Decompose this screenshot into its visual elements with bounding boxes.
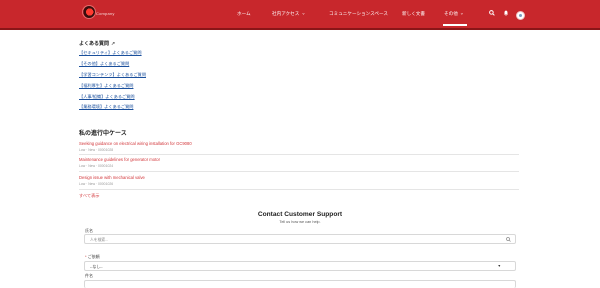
faq-link-work-environment[interactable]: 【業務環境】よくあるご質問 <box>79 104 133 110</box>
bell-icon[interactable] <box>502 9 510 17</box>
faq-link-hr[interactable]: 【人事/組織】よくあるご質問 <box>79 94 135 100</box>
faq-link-other[interactable]: 【その他】よくあるご質問 <box>79 61 129 67</box>
divider <box>79 171 519 172</box>
brand-name: Company <box>96 11 115 16</box>
support-title: Contact Customer Support <box>257 211 343 218</box>
request-type-label-text: ご依頼 <box>87 254 100 259</box>
case-item[interactable]: Design issue with mechanical valve Low ·… <box>79 175 519 186</box>
nav-internal-access[interactable]: 社内アクセス ⌄ <box>272 11 306 17</box>
nav-new-documents-label: 新しく文書 <box>402 11 425 16</box>
nav-internal-access-label: 社内アクセス <box>272 11 300 16</box>
view-all-link[interactable]: すべて表示 <box>79 193 99 199</box>
nav-new-documents[interactable]: 新しく文書 <box>402 11 425 17</box>
request-type-value: --なし-- <box>90 264 103 269</box>
subject-input[interactable] <box>84 280 516 288</box>
nav-communication-space-label: コミュニケーションスペース <box>329 11 388 16</box>
nav-home-label: ホーム <box>237 11 251 16</box>
faq-heading: よくある質問 ↗ <box>79 40 115 47</box>
user-avatar[interactable] <box>516 11 525 20</box>
support-subtitle: Tell us how we can help. <box>279 220 321 224</box>
chevron-down-icon: ⌄ <box>301 10 306 17</box>
search-icon <box>506 236 511 244</box>
external-link-icon: ↗ <box>111 41 116 47</box>
faq-link-security[interactable]: 【セキュリティ】よくあるご質問 <box>79 50 142 56</box>
request-type-select[interactable]: --なし-- ▼ <box>84 261 516 271</box>
divider <box>79 154 519 155</box>
case-item[interactable]: Seeking guidance on electrical wiring in… <box>79 141 519 152</box>
case-item[interactable]: Maintenance guidelines for generator mot… <box>79 157 519 168</box>
nav-more-label: その他 <box>444 11 458 16</box>
nav-communication-space[interactable]: コミュニケーションスペース <box>329 11 388 17</box>
divider <box>79 189 519 190</box>
case-meta: Low · New · 00001024 <box>79 164 114 168</box>
name-search-input[interactable]: 人を検索... <box>84 234 516 244</box>
faq-link-welfare[interactable]: 【福利厚生】よくあるご質問 <box>79 83 133 89</box>
case-title[interactable]: Design issue with mechanical valve <box>79 175 519 180</box>
subject-field-label: 件名 <box>85 273 93 278</box>
case-title[interactable]: Seeking guidance on electrical wiring in… <box>79 141 519 146</box>
nav-home[interactable]: ホーム <box>237 11 251 17</box>
case-meta: Low · New · 00001028 <box>79 148 114 152</box>
case-meta: Low · New · 00001026 <box>79 182 114 186</box>
active-nav-indicator <box>443 24 467 26</box>
company-logo[interactable] <box>82 5 96 19</box>
search-icon[interactable] <box>488 9 496 17</box>
chevron-down-icon: ⌄ <box>459 10 464 17</box>
request-type-label: * ご依頼 <box>85 254 100 260</box>
case-title[interactable]: Maintenance guidelines for generator mot… <box>79 157 519 162</box>
faq-link-learning[interactable]: 【学習コンテンツ】よくあるご質問 <box>79 72 146 78</box>
top-navigation-bar: Company ホーム 社内アクセス ⌄ コミュニケーションスペース 新しく文書 … <box>0 0 600 30</box>
dropdown-arrow-icon: ▼ <box>497 264 501 268</box>
nav-more[interactable]: その他 ⌄ <box>444 11 464 17</box>
faq-heading-text: よくある質問 <box>79 41 110 47</box>
name-search-placeholder: 人を検索... <box>90 237 109 242</box>
my-open-cases-heading: 私の進行中ケース <box>79 131 127 137</box>
